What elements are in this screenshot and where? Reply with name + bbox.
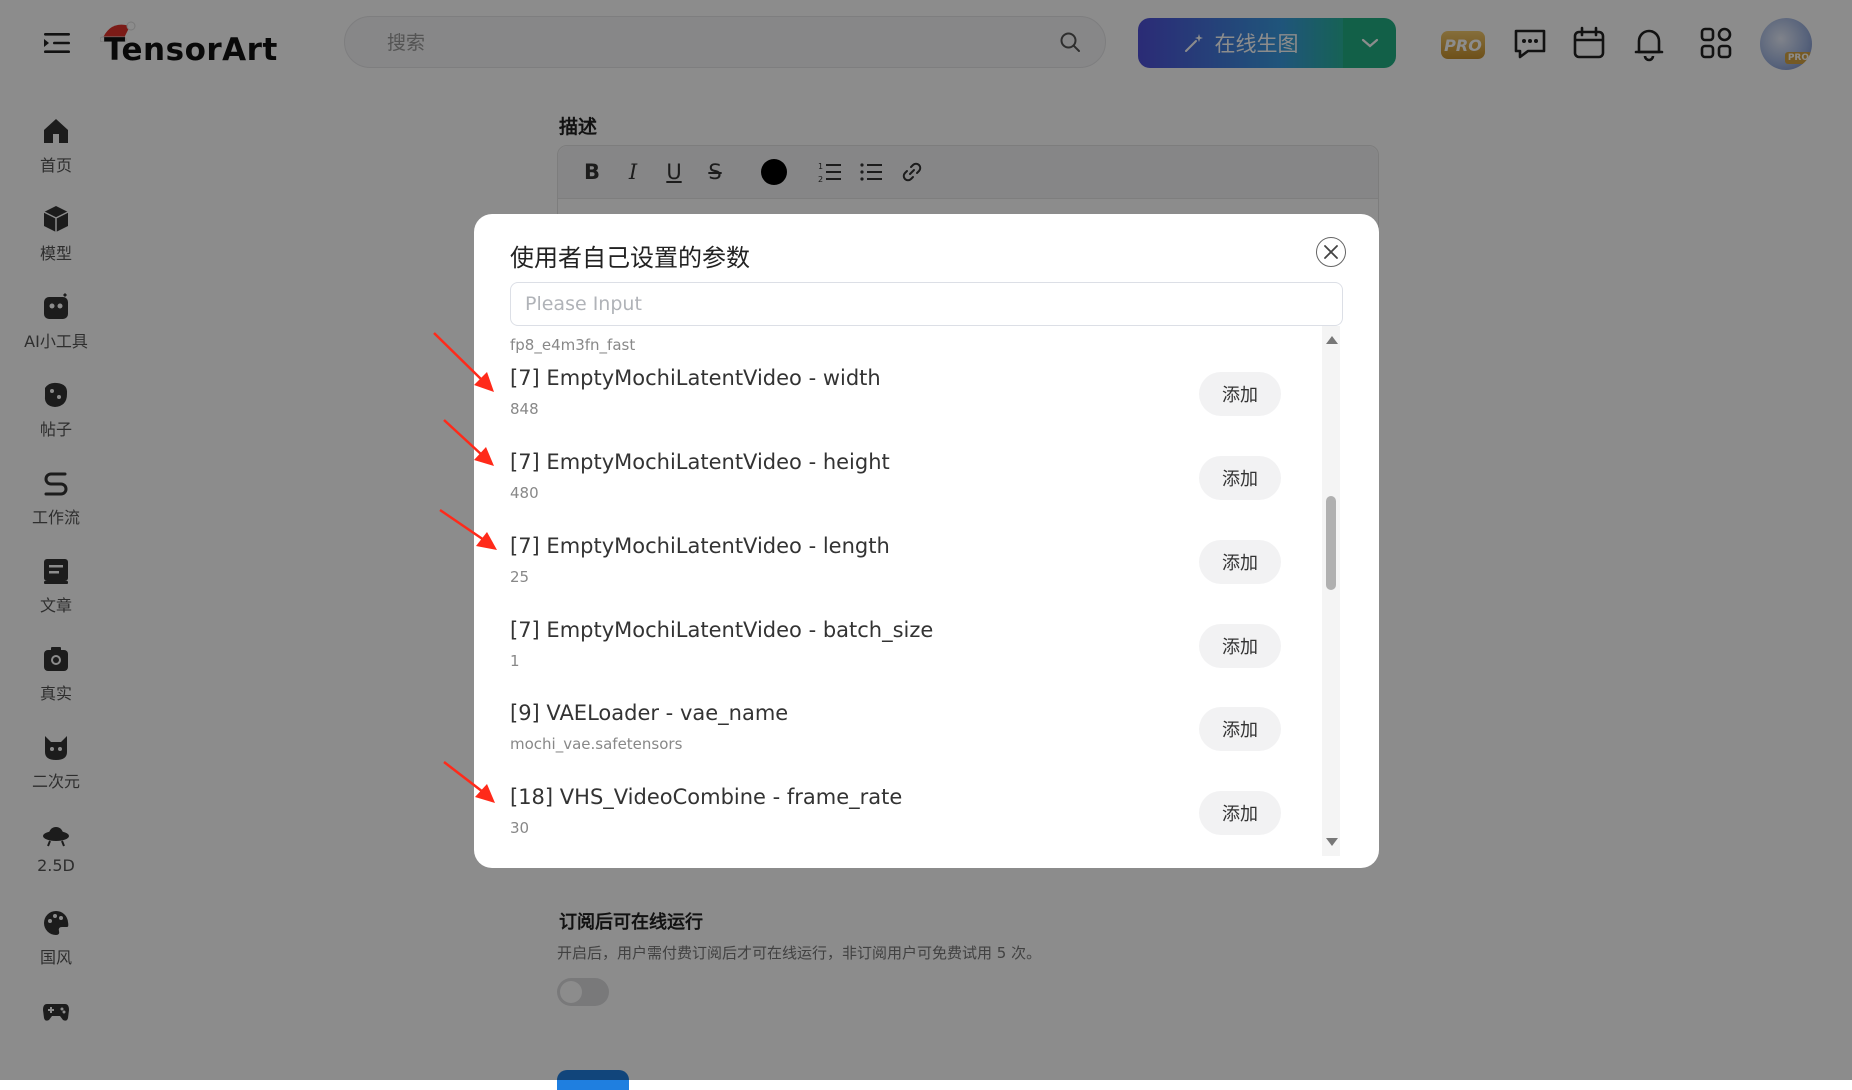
list-item: [7] EmptyMochiLatentVideo - height 480 添…: [510, 450, 1316, 534]
param-value: mochi_vae.safetensors: [510, 735, 683, 753]
add-button[interactable]: 添加: [1199, 707, 1281, 751]
param-value: 30: [510, 819, 530, 837]
add-button[interactable]: 添加: [1199, 540, 1281, 584]
close-button[interactable]: [1316, 237, 1346, 267]
list-item: [7] EmptyMochiLatentVideo - width 848 添加: [510, 366, 1316, 450]
list-item: [7] EmptyMochiLatentVideo - length 25 添加: [510, 534, 1316, 618]
param-name: [7] EmptyMochiLatentVideo - width: [510, 366, 881, 390]
parameter-search-input[interactable]: [510, 282, 1343, 326]
list-item: [7] EmptyMochiLatentVideo - batch_size 1…: [510, 618, 1316, 702]
list-item: [18] VHS_VideoCombine - frame_rate 30 添加: [510, 785, 1316, 856]
param-value: 25: [510, 568, 530, 586]
dialog-title: 使用者自己设置的参数: [510, 244, 750, 272]
param-value: 1: [510, 652, 520, 670]
param-value: fp8_e4m3fn_fast: [510, 336, 636, 354]
parameter-dialog: 使用者自己设置的参数 fp8_e4m3fn_fast [7] EmptyMoch…: [474, 214, 1379, 868]
param-name: [7] EmptyMochiLatentVideo - length: [510, 534, 890, 558]
param-value: 848: [510, 400, 539, 418]
param-value: 480: [510, 484, 539, 502]
scroll-up-arrow-icon[interactable]: [1326, 336, 1338, 344]
param-name: [7] EmptyMochiLatentVideo - height: [510, 450, 890, 474]
parameter-list[interactable]: fp8_e4m3fn_fast [7] EmptyMochiLatentVide…: [510, 326, 1316, 856]
add-button[interactable]: 添加: [1199, 456, 1281, 500]
add-button[interactable]: 添加: [1199, 791, 1281, 835]
scrollbar-thumb[interactable]: [1326, 496, 1336, 590]
list-item: [9] VAELoader - vae_name mochi_vae.safet…: [510, 701, 1316, 785]
add-button[interactable]: 添加: [1199, 372, 1281, 416]
param-name: [18] VHS_VideoCombine - frame_rate: [510, 785, 903, 809]
list-scrollbar[interactable]: [1322, 326, 1340, 856]
scroll-down-arrow-icon[interactable]: [1326, 838, 1338, 846]
param-name: [9] VAELoader - vae_name: [510, 701, 789, 725]
param-name: [7] EmptyMochiLatentVideo - batch_size: [510, 618, 934, 642]
close-icon: [1324, 245, 1338, 259]
add-button[interactable]: 添加: [1199, 624, 1281, 668]
